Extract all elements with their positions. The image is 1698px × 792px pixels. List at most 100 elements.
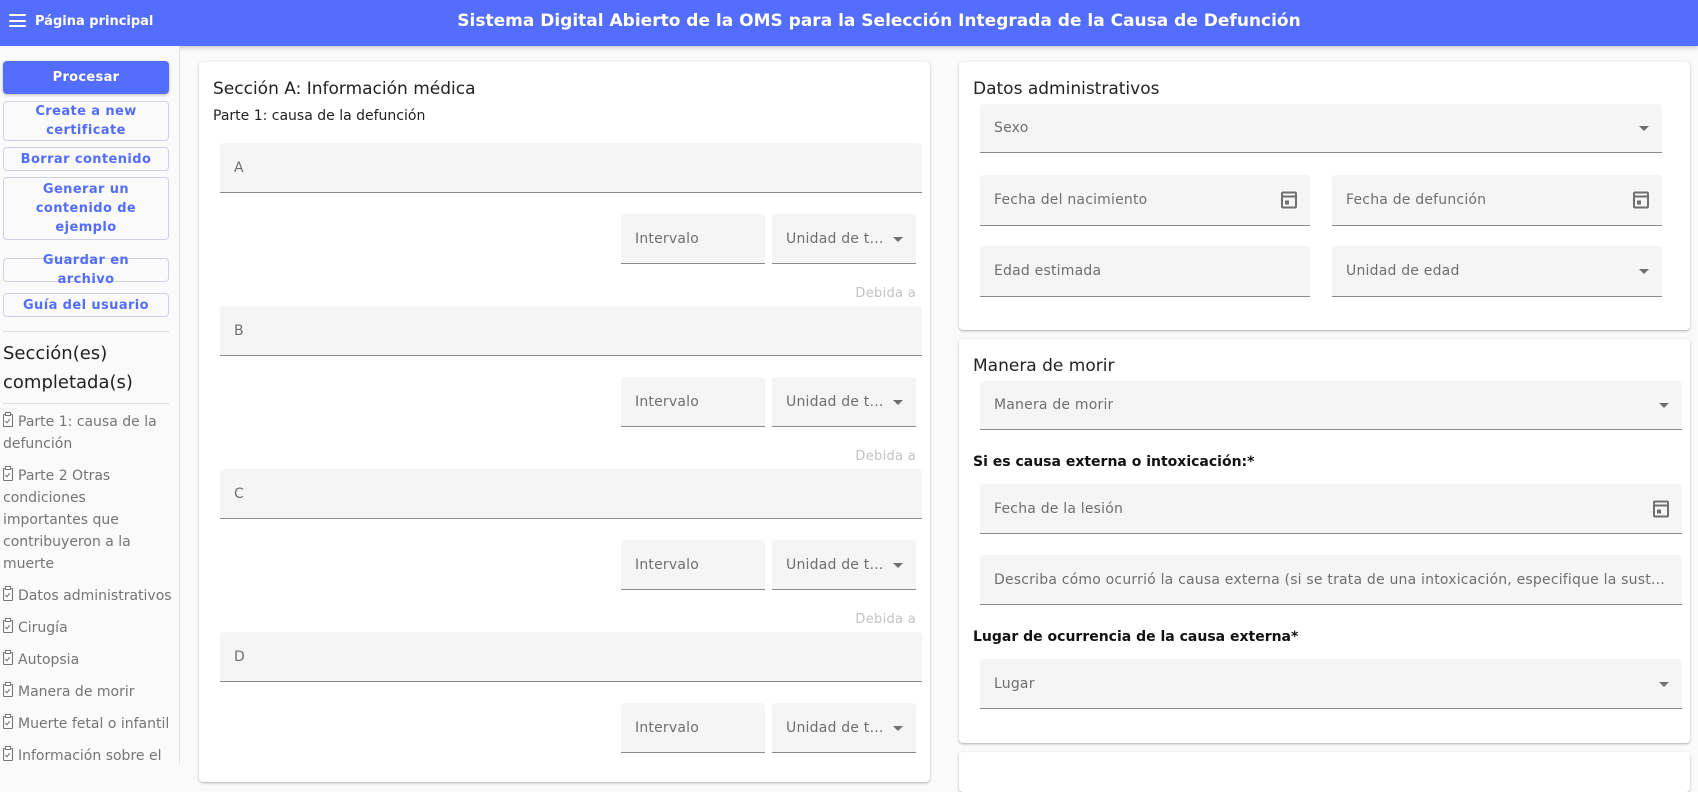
section-a-title: Sección A: Información médica xyxy=(213,79,476,99)
completed-section-item[interactable]: Datos administrativos xyxy=(3,585,175,607)
clipboard-check-icon xyxy=(3,746,13,761)
clipboard-check-icon xyxy=(3,586,13,601)
manner-title: Manera de morir xyxy=(973,356,1115,376)
new-certificate-button[interactable]: Create a new certificate xyxy=(3,101,169,141)
birth-date-field[interactable]: Fecha del nacimiento xyxy=(980,175,1310,226)
sex-select[interactable]: Sexo xyxy=(980,104,1662,153)
cause-line-label: D xyxy=(234,648,245,665)
cause-line-field[interactable]: B xyxy=(220,306,922,356)
clipboard-check-icon xyxy=(3,618,13,633)
clipboard-check-icon xyxy=(3,682,13,697)
place-label: Lugar de ocurrencia de la causa externa* xyxy=(973,629,1299,645)
death-date-label: Fecha de defunción xyxy=(1346,192,1487,208)
app-header: Página principal Sistema Digital Abierto… xyxy=(0,0,1698,46)
cause-line-field[interactable]: A xyxy=(220,143,922,193)
birth-date-label: Fecha del nacimiento xyxy=(994,192,1148,208)
admin-title: Datos administrativos xyxy=(973,79,1160,99)
sex-label: Sexo xyxy=(994,120,1029,136)
clear-content-button[interactable]: Borrar contenido xyxy=(3,147,169,171)
time-unit-select[interactable]: Unidad de ti... xyxy=(772,703,916,753)
injury-date-field[interactable]: Fecha de la lesión xyxy=(980,484,1682,534)
user-guide-button[interactable]: Guía del usuario xyxy=(3,293,169,317)
completed-section-label: Muerte fetal o infantil xyxy=(18,716,170,732)
calendar-icon[interactable] xyxy=(1653,500,1669,517)
interval-field[interactable]: Intervalo xyxy=(621,377,765,427)
dropdown-arrow-icon xyxy=(893,236,903,242)
time-unit-label: Unidad de ti... xyxy=(786,556,886,573)
completed-section-item[interactable]: Cirugía xyxy=(3,617,175,639)
completed-section-label: Cirugía xyxy=(18,620,68,636)
completed-section-label: Parte 2 Otras condiciones importantes qu… xyxy=(3,468,131,572)
manner-select-label: Manera de morir xyxy=(994,397,1114,413)
death-date-field[interactable]: Fecha de defunción xyxy=(1332,175,1662,226)
interval-label: Intervalo xyxy=(635,556,699,573)
external-cause-label: Si es causa externa o intoxicación:* xyxy=(973,454,1255,470)
dropdown-arrow-icon xyxy=(1639,269,1649,274)
time-unit-label: Unidad de ti... xyxy=(786,393,886,410)
interval-field[interactable]: Intervalo xyxy=(621,540,765,590)
interval-field[interactable]: Intervalo xyxy=(621,703,765,753)
injury-date-label: Fecha de la lesión xyxy=(994,500,1124,517)
time-unit-label: Unidad de ti... xyxy=(786,719,886,736)
dropdown-arrow-icon xyxy=(1659,681,1669,687)
part1-subtitle: Parte 1: causa de la defunción xyxy=(213,108,426,124)
save-file-button[interactable]: Guardar en archivo xyxy=(3,253,169,287)
completed-section-item[interactable]: Autopsia xyxy=(3,649,175,671)
time-unit-select[interactable]: Unidad de ti... xyxy=(772,377,916,427)
place-select[interactable]: Lugar xyxy=(980,659,1682,709)
clipboard-check-icon xyxy=(3,650,13,665)
due-to-label: Debida a xyxy=(855,449,916,464)
admin-card: Datos administrativos Sexo Fecha del nac… xyxy=(959,62,1690,330)
cause-line-label: C xyxy=(234,485,244,502)
time-unit-select[interactable]: Unidad de ti... xyxy=(772,540,916,590)
completed-section-label: Parte 1: causa de la defunción xyxy=(3,414,157,452)
app-title: Sistema Digital Abierto de la OMS para l… xyxy=(457,11,1301,31)
dropdown-arrow-icon xyxy=(1659,403,1669,408)
dropdown-arrow-icon xyxy=(893,399,903,405)
completed-sections-heading: Sección(es) completada(s) xyxy=(3,343,133,393)
completed-sections-list: Parte 1: causa de la defunción Parte 2 Ot… xyxy=(3,411,175,764)
age-unit-select[interactable]: Unidad de edad xyxy=(1332,246,1662,297)
cause-line-label: A xyxy=(234,159,244,176)
interval-label: Intervalo xyxy=(635,393,699,410)
interval-field[interactable]: Intervalo xyxy=(621,214,765,264)
cause-line-field[interactable]: C xyxy=(220,469,922,519)
estimated-age-label: Edad estimada xyxy=(994,263,1102,279)
external-cause-description-field[interactable]: Describa cómo ocurrió la causa externa (… xyxy=(980,555,1682,605)
place-select-label: Lugar xyxy=(994,675,1035,692)
clipboard-check-icon xyxy=(3,466,13,481)
completed-section-item[interactable]: Manera de morir xyxy=(3,681,175,703)
sidebar-divider xyxy=(3,331,169,332)
interval-label: Intervalo xyxy=(635,230,699,247)
calendar-icon[interactable] xyxy=(1281,191,1297,209)
cause-line-label: B xyxy=(234,322,244,339)
completed-section-label: Información sobre el embarazo xyxy=(18,748,162,764)
external-cause-description-label: Describa cómo ocurrió la causa externa (… xyxy=(994,571,1672,588)
interval-label: Intervalo xyxy=(635,719,699,736)
completed-section-item[interactable]: Información sobre el embarazo xyxy=(3,745,175,764)
sample-content-button[interactable]: Generar un contenido de ejemplo xyxy=(3,177,169,240)
completed-section-item[interactable]: Muerte fetal o infantil xyxy=(3,713,175,735)
manner-card: Manera de morir Manera de morir Si es ca… xyxy=(959,339,1690,743)
manner-select[interactable]: Manera de morir xyxy=(980,381,1682,430)
completed-section-label: Datos administrativos xyxy=(18,588,172,604)
next-card xyxy=(959,752,1690,792)
clipboard-check-icon xyxy=(3,714,13,729)
dropdown-arrow-icon xyxy=(893,725,903,731)
dropdown-arrow-icon xyxy=(1639,126,1649,131)
completed-section-item[interactable]: Parte 1: causa de la defunción xyxy=(3,411,175,455)
estimated-age-field[interactable]: Edad estimada xyxy=(980,246,1310,297)
completed-section-label: Manera de morir xyxy=(18,684,135,700)
cause-line-field[interactable]: D xyxy=(220,632,922,682)
sidebar-divider xyxy=(3,403,169,404)
sidebar: Procesar Create a new certificate Borrar… xyxy=(0,46,180,764)
clipboard-check-icon xyxy=(3,412,13,427)
age-unit-label: Unidad de edad xyxy=(1346,263,1460,279)
time-unit-label: Unidad de ti... xyxy=(786,230,886,247)
due-to-label: Debida a xyxy=(855,286,916,301)
completed-section-item[interactable]: Parte 2 Otras condiciones importantes qu… xyxy=(3,465,175,575)
due-to-label: Debida a xyxy=(855,612,916,627)
time-unit-select[interactable]: Unidad de ti... xyxy=(772,214,916,264)
calendar-icon[interactable] xyxy=(1633,191,1649,209)
process-button[interactable]: Procesar xyxy=(3,61,169,94)
